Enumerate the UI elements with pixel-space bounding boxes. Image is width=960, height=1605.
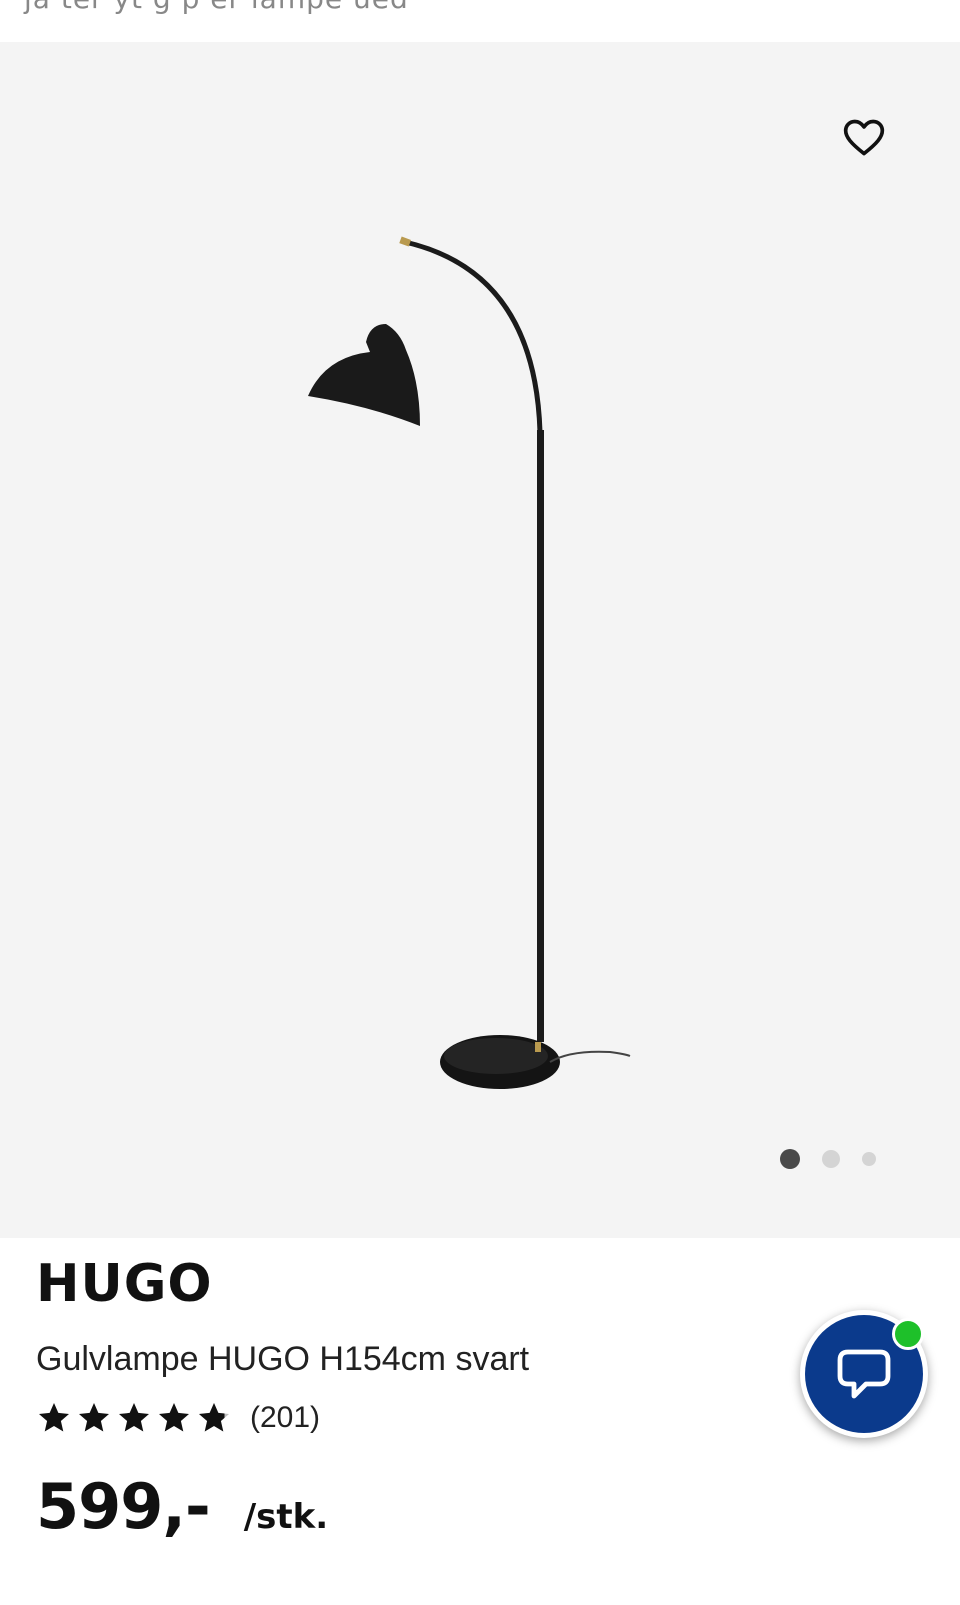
- gallery-pagination: [780, 1149, 876, 1169]
- pagination-dot-active[interactable]: [780, 1149, 800, 1169]
- product-info: HUGO: [36, 1258, 213, 1310]
- product-price: 599,-: [36, 1470, 211, 1543]
- product-description: Gulvlampe HUGO H154cm svart: [36, 1340, 530, 1378]
- star-mostly-filled-icon: [199, 1403, 229, 1432]
- pagination-dot[interactable]: [862, 1152, 876, 1166]
- star-filled-icon: [39, 1403, 69, 1432]
- online-status-indicator: [892, 1318, 924, 1350]
- product-image-floor-lamp: [308, 236, 631, 1089]
- product-image-gallery[interactable]: [0, 42, 960, 1238]
- favorite-button[interactable]: [838, 112, 890, 164]
- price-unit: /stk.: [243, 1497, 329, 1537]
- rating-stars: [36, 1400, 236, 1436]
- pagination-dot[interactable]: [822, 1150, 840, 1168]
- heart-outline-icon: [843, 119, 885, 156]
- truncated-header-text: ja ter yt g p er lampe ued: [24, 0, 409, 15]
- star-filled-icon: [159, 1403, 189, 1432]
- chat-support-button[interactable]: [800, 1310, 928, 1438]
- product-brand: HUGO: [36, 1254, 213, 1314]
- star-filled-icon: [119, 1403, 149, 1432]
- chat-bubble-icon: [837, 1349, 891, 1399]
- star-filled-icon: [79, 1403, 109, 1432]
- review-count[interactable]: (201): [250, 1401, 320, 1435]
- product-rating[interactable]: (201): [36, 1400, 320, 1436]
- price-row: 599,- /stk.: [36, 1470, 328, 1543]
- top-navigation-strip: ja ter yt g p er lampe ued: [0, 0, 960, 42]
